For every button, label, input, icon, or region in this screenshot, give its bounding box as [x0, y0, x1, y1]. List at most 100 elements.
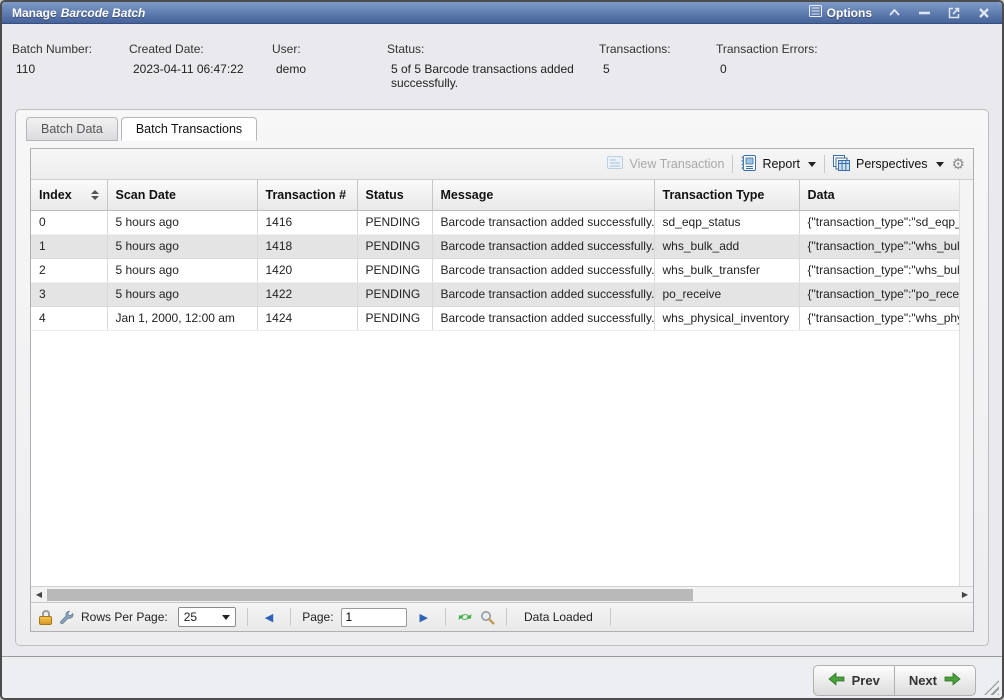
cell-data: {"transaction_type":"sd_eqp_statu [799, 210, 959, 234]
close-button[interactable] [976, 5, 992, 21]
column-header-index[interactable]: Index [31, 180, 107, 210]
scroll-right-arrow-icon[interactable]: ▶ [957, 591, 973, 599]
window-title-prefix: Manage [12, 6, 57, 20]
pager-separator [610, 608, 611, 626]
grid-wrap: Index Scan Date Transaction # Status Mes… [31, 180, 973, 586]
view-transaction-label: View Transaction [629, 157, 724, 171]
cell-status: PENDING [357, 282, 432, 306]
table-row[interactable]: 4Jan 1, 2000, 12:00 am1424PENDINGBarcode… [31, 306, 959, 330]
cell-transaction-number: 1420 [257, 258, 357, 282]
column-header-scan-date[interactable]: Scan Date [107, 180, 257, 210]
user-value: demo [272, 62, 379, 76]
collapse-button[interactable] [886, 5, 902, 21]
search-icon[interactable] [480, 610, 495, 625]
cell-transaction-number: 1416 [257, 210, 357, 234]
transaction-errors-field: Transaction Errors: 0 [716, 42, 876, 90]
transactions-value: 5 [599, 62, 708, 76]
window-title-emphasis: Barcode Batch [61, 6, 146, 20]
manage-barcode-batch-window: Manage Barcode Batch Options [0, 0, 1004, 700]
column-header-transaction-type[interactable]: Transaction Type [654, 180, 799, 210]
perspectives-label: Perspectives [856, 157, 928, 171]
column-header-status[interactable]: Status [357, 180, 432, 210]
rows-per-page-select[interactable]: 25 [178, 607, 236, 627]
view-transaction-button[interactable]: View Transaction [607, 156, 724, 172]
horizontal-scrollbar-thumb[interactable] [47, 589, 693, 601]
tab-batch-transactions[interactable]: Batch Transactions [121, 117, 257, 141]
prev-arrow-icon [828, 672, 845, 689]
next-page-arrow-icon[interactable]: ▶ [414, 611, 434, 624]
report-button[interactable]: Report [741, 155, 816, 174]
cell-index: 2 [31, 258, 107, 282]
next-button-label: Next [909, 673, 937, 688]
transaction-errors-label: Transaction Errors: [716, 42, 868, 56]
cell-transaction-number: 1424 [257, 306, 357, 330]
horizontal-scrollbar-track[interactable] [47, 588, 957, 602]
transaction-errors-value: 0 [716, 62, 868, 76]
cell-scan-date: Jan 1, 2000, 12:00 am [107, 306, 257, 330]
page-label: Page: [302, 610, 333, 624]
rows-per-page-label: Rows Per Page: [81, 610, 168, 624]
table-row[interactable]: 15 hours ago1418PENDINGBarcode transacti… [31, 234, 959, 258]
next-arrow-icon [944, 672, 961, 689]
cell-message: Barcode transaction added successfully. [432, 282, 654, 306]
pager-separator [445, 608, 446, 626]
batch-transactions-content: View Transaction Report Perspectives [30, 148, 974, 632]
pager-separator [247, 608, 248, 626]
report-icon [741, 155, 756, 174]
report-label: Report [762, 157, 800, 171]
wrench-icon[interactable] [59, 610, 74, 625]
next-button[interactable]: Next [894, 666, 975, 695]
perspectives-dropdown-caret-icon [936, 162, 944, 167]
lock-icon[interactable] [39, 610, 52, 625]
cell-index: 3 [31, 282, 107, 306]
options-label: Options [827, 6, 872, 20]
batch-info-header: Batch Number: 110 Created Date: 2023-04-… [2, 26, 1002, 90]
batch-number-field: Batch Number: 110 [12, 42, 129, 90]
vertical-scrollbar[interactable] [959, 180, 973, 586]
tab-batch-data[interactable]: Batch Data [26, 117, 118, 141]
perspectives-icon [833, 155, 850, 174]
resize-grip[interactable] [984, 680, 999, 695]
horizontal-scrollbar: ◀ ▶ [31, 586, 973, 602]
popout-button[interactable] [946, 5, 962, 21]
refresh-icon[interactable] [457, 610, 473, 624]
page-number-input[interactable] [341, 608, 407, 627]
cell-transaction-type: sd_eqp_status [654, 210, 799, 234]
status-label: Status: [387, 42, 591, 56]
table-row[interactable]: 25 hours ago1420PENDINGBarcode transacti… [31, 258, 959, 282]
grid-toolbar: View Transaction Report Perspectives [31, 149, 973, 180]
cell-status: PENDING [357, 210, 432, 234]
created-date-label: Created Date: [129, 42, 264, 56]
column-header-transaction-number[interactable]: Transaction # [257, 180, 357, 210]
view-transaction-icon [607, 156, 623, 172]
data-loaded-status: Data Loaded [518, 610, 599, 624]
table-row[interactable]: 05 hours ago1416PENDINGBarcode transacti… [31, 210, 959, 234]
pager-bar: Rows Per Page: 25 ◀ Page: ▶ [31, 602, 973, 631]
tab-panel: Batch Data Batch Transactions View Trans… [15, 109, 989, 646]
scroll-left-arrow-icon[interactable]: ◀ [31, 591, 47, 599]
cell-scan-date: 5 hours ago [107, 258, 257, 282]
created-date-field: Created Date: 2023-04-11 06:47:22 [129, 42, 272, 90]
cell-data: {"transaction_type":"po_receive"," [799, 282, 959, 306]
cell-transaction-type: whs_physical_inventory [654, 306, 799, 330]
previous-page-arrow-icon[interactable]: ◀ [259, 611, 279, 624]
grid-settings-gear-icon[interactable]: ⚙ [952, 157, 965, 172]
cell-transaction-type: whs_bulk_add [654, 234, 799, 258]
transactions-table: Index Scan Date Transaction # Status Mes… [31, 180, 959, 331]
prev-button[interactable]: Prev [814, 666, 894, 695]
column-header-message[interactable]: Message [432, 180, 654, 210]
options-icon [809, 5, 822, 20]
cell-status: PENDING [357, 306, 432, 330]
title-bar[interactable]: Manage Barcode Batch Options [2, 2, 1002, 24]
prev-button-label: Prev [852, 673, 880, 688]
footer-bar: Prev Next [2, 656, 1002, 698]
column-header-data[interactable]: Data [799, 180, 959, 210]
sort-icon[interactable] [91, 190, 99, 200]
perspectives-button[interactable]: Perspectives [833, 155, 944, 174]
minimize-button[interactable] [916, 5, 932, 21]
cell-transaction-type: whs_bulk_transfer [654, 258, 799, 282]
cell-scan-date: 5 hours ago [107, 210, 257, 234]
cell-index: 0 [31, 210, 107, 234]
table-row[interactable]: 35 hours ago1422PENDINGBarcode transacti… [31, 282, 959, 306]
options-menu-button[interactable]: Options [809, 5, 872, 20]
